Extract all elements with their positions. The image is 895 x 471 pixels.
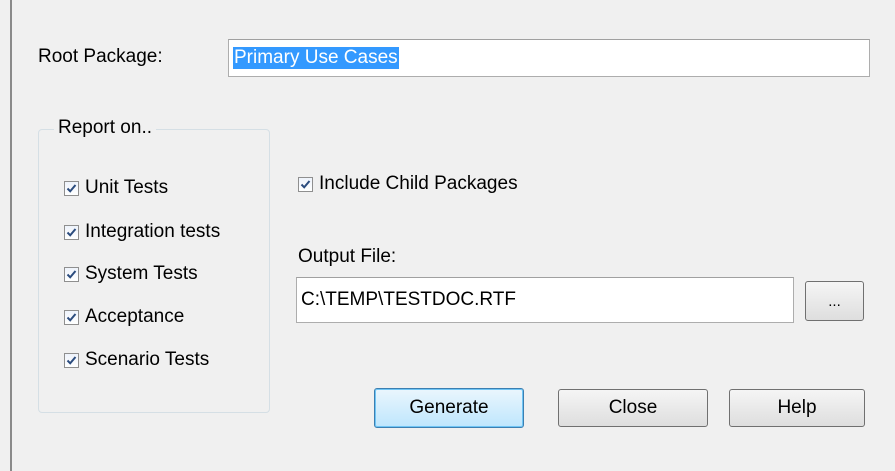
include-child-packages-row[interactable]: Include Child Packages xyxy=(298,172,518,196)
unit-tests-checkbox-row[interactable]: Unit Tests xyxy=(64,176,168,200)
system-tests-label: System Tests xyxy=(85,263,198,284)
browse-button[interactable]: ... xyxy=(805,281,864,321)
integration-tests-checkbox[interactable] xyxy=(64,224,79,240)
acceptance-label: Acceptance xyxy=(85,306,185,327)
unit-tests-label: Unit Tests xyxy=(85,177,169,198)
scenario-tests-checkbox[interactable] xyxy=(64,352,79,368)
include-child-packages-checkbox[interactable] xyxy=(298,176,313,192)
test-report-dialog: Root Package: Primary Use Cases Report o… xyxy=(0,0,895,471)
output-file-value: C:\TEMP\TESTDOC.RTF xyxy=(301,289,516,310)
acceptance-checkbox-row[interactable]: Acceptance xyxy=(64,305,184,329)
close-button[interactable]: Close xyxy=(558,389,708,427)
system-tests-checkbox[interactable] xyxy=(64,266,79,282)
include-child-packages-label: Include Child Packages xyxy=(319,173,518,194)
output-file-label: Output File: xyxy=(298,246,397,267)
window-left-border xyxy=(10,0,12,471)
report-on-title: Report on.. xyxy=(54,117,156,139)
help-button[interactable]: Help xyxy=(729,389,865,427)
integration-tests-label: Integration tests xyxy=(85,221,221,242)
output-file-input[interactable]: C:\TEMP\TESTDOC.RTF xyxy=(296,277,794,323)
unit-tests-checkbox[interactable] xyxy=(64,180,79,196)
root-package-value: Primary Use Cases xyxy=(233,47,399,69)
root-package-input[interactable]: Primary Use Cases xyxy=(228,39,870,77)
acceptance-checkbox[interactable] xyxy=(64,309,79,325)
scenario-tests-checkbox-row[interactable]: Scenario Tests xyxy=(64,348,209,372)
system-tests-checkbox-row[interactable]: System Tests xyxy=(64,262,198,286)
integration-tests-checkbox-row[interactable]: Integration tests xyxy=(64,220,220,244)
scenario-tests-label: Scenario Tests xyxy=(85,349,210,370)
generate-button[interactable]: Generate xyxy=(374,388,524,428)
root-package-label: Root Package: xyxy=(38,46,163,67)
